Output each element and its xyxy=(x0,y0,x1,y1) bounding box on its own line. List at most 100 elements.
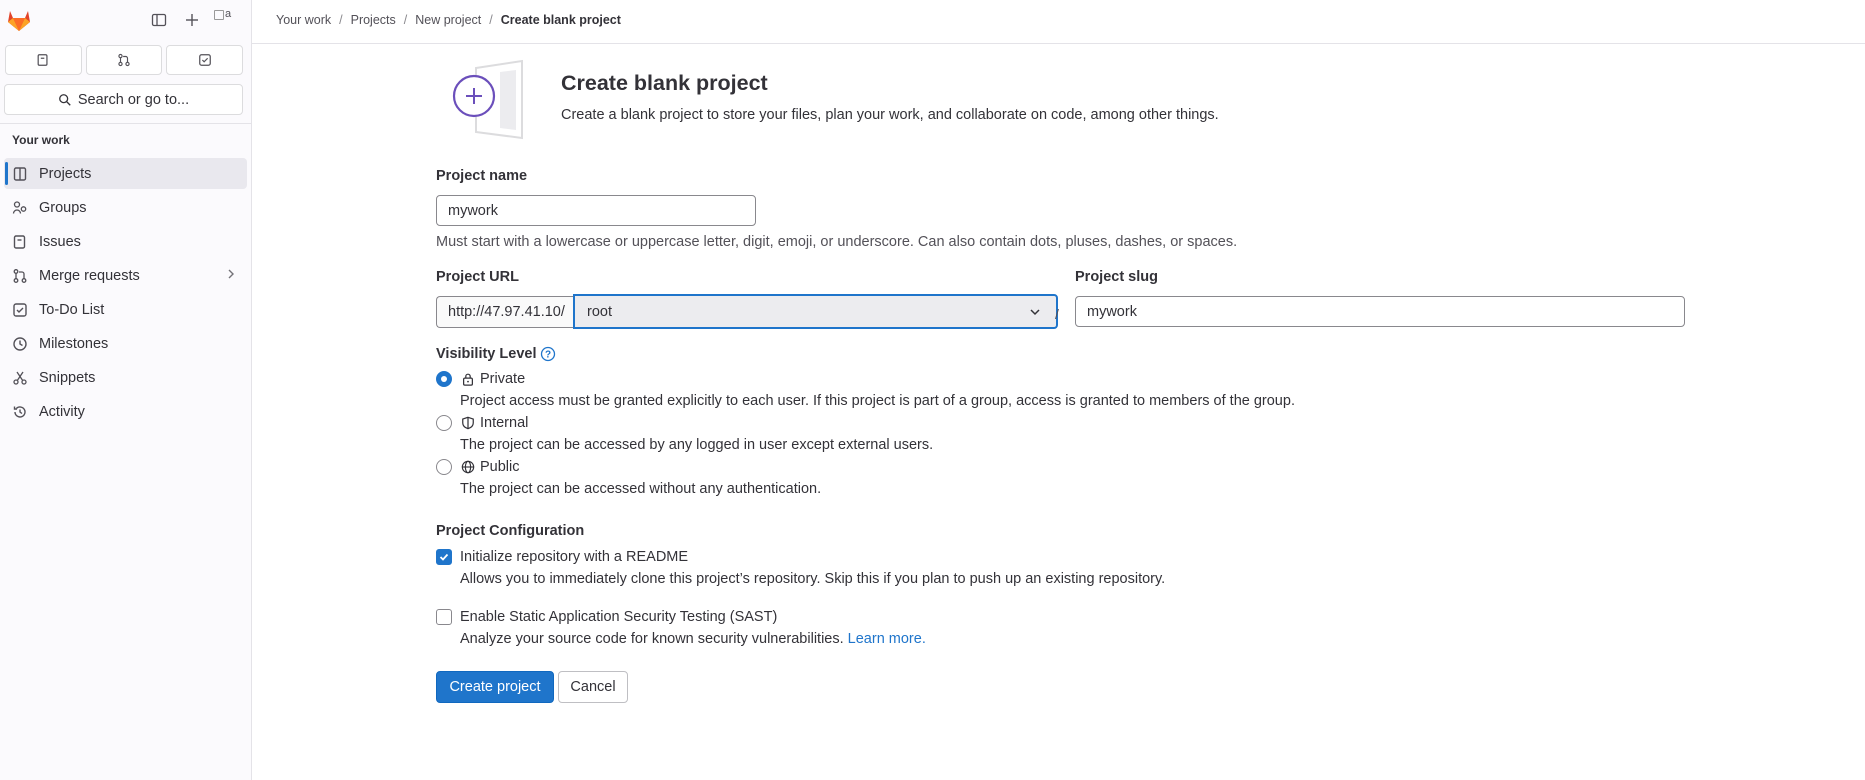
cancel-button[interactable]: Cancel xyxy=(558,671,628,703)
internal-label: Internal xyxy=(480,415,529,431)
breadcrumb-projects[interactable]: Projects xyxy=(351,13,396,27)
sast-label: Enable Static Application Security Testi… xyxy=(460,609,778,625)
project-icon xyxy=(12,166,28,182)
project-name-help: Must start with a lowercase or uppercase… xyxy=(436,234,1238,250)
visibility-internal-option[interactable]: Internal xyxy=(436,415,528,431)
namespace-select[interactable]: root xyxy=(573,294,1058,329)
broken-image-icon xyxy=(214,10,224,20)
sidebar-item-label: Projects xyxy=(39,165,92,182)
sidebar-item-projects[interactable]: Projects xyxy=(4,158,247,189)
breadcrumb-create-blank-project[interactable]: Create blank project xyxy=(501,13,621,27)
check-icon xyxy=(439,553,449,561)
internal-radio[interactable] xyxy=(436,415,452,431)
project-configuration-label: Project Configuration xyxy=(436,523,585,539)
visibility-label: Visibility Level ? xyxy=(436,346,556,362)
project-slug-value: mywork xyxy=(1087,303,1137,320)
breadcrumb-new-project[interactable]: New project xyxy=(415,13,481,27)
sidebar-item-activity[interactable]: Activity xyxy=(4,396,247,427)
create-project-button[interactable]: Create project xyxy=(436,671,554,703)
sidebar-item-label: Merge requests xyxy=(39,267,140,284)
cancel-label: Cancel xyxy=(570,679,616,695)
merge-requests-counter-button[interactable] xyxy=(85,45,163,75)
sast-checkbox[interactable] xyxy=(436,609,452,625)
sidebar-item-issues[interactable]: Issues xyxy=(4,226,247,257)
avatar[interactable]: a xyxy=(214,8,240,32)
sast-description-text: Analyze your source code for known secur… xyxy=(460,631,844,647)
blank-project-illustration xyxy=(450,58,538,146)
project-url-label: Project URL xyxy=(436,269,519,285)
todo-icon xyxy=(198,54,211,66)
sast-option[interactable]: Enable Static Application Security Testi… xyxy=(436,609,777,625)
project-url-prefix: http://47.97.41.10/ xyxy=(436,296,573,328)
sidebar-item-merge-requests[interactable]: Merge requests xyxy=(4,260,247,291)
sidebar-item-milestones[interactable]: Milestones xyxy=(4,328,247,359)
sidebar: a Search or go to... Your work Projects … xyxy=(0,0,252,780)
page-title: Create blank project xyxy=(561,71,768,95)
url-separator: / xyxy=(1055,306,1059,322)
breadcrumb-separator: / xyxy=(489,13,493,27)
search-icon xyxy=(58,93,71,106)
issues-icon xyxy=(12,234,28,250)
public-label: Public xyxy=(480,459,520,475)
todo-icon xyxy=(12,302,28,318)
breadcrumb-your-work[interactable]: Your work xyxy=(276,13,331,27)
sidebar-item-todo-list[interactable]: To-Do List xyxy=(4,294,247,325)
plus-icon[interactable] xyxy=(180,8,204,32)
merge-request-icon xyxy=(12,268,28,284)
project-name-value: mywork xyxy=(448,202,498,219)
sidebar-item-label: Milestones xyxy=(39,335,109,352)
private-label: Private xyxy=(480,371,526,387)
public-description: The project can be accessed without any … xyxy=(460,481,822,497)
chevron-right-icon xyxy=(225,268,237,284)
avatar-alt-text: a xyxy=(225,8,232,20)
internal-description: The project can be accessed by any logge… xyxy=(460,437,934,453)
private-description: Project access must be granted explicitl… xyxy=(460,393,1295,409)
toggle-sidebar-icon[interactable] xyxy=(147,8,171,32)
public-radio[interactable] xyxy=(436,459,452,475)
gitlab-logo-icon[interactable] xyxy=(6,7,34,33)
private-radio[interactable] xyxy=(436,371,452,387)
readme-label: Initialize repository with a README xyxy=(460,549,689,565)
clock-icon xyxy=(12,336,28,352)
namespace-value: root xyxy=(587,303,612,320)
sast-description: Analyze your source code for known secur… xyxy=(460,631,926,647)
issues-icon xyxy=(37,54,48,66)
project-slug-label: Project slug xyxy=(1075,269,1158,285)
todos-counter-button[interactable] xyxy=(166,45,244,75)
readme-description: Allows you to immediately clone this pro… xyxy=(460,571,1166,587)
search-button[interactable]: Search or go to... xyxy=(4,84,243,115)
visibility-label-text: Visibility Level xyxy=(436,346,537,362)
sidebar-item-label: Groups xyxy=(39,199,87,216)
sidebar-nav: Projects Groups Issues Merge requests To… xyxy=(4,158,247,430)
issues-counter-button[interactable] xyxy=(5,45,82,75)
breadcrumb-separator: / xyxy=(403,13,408,27)
sidebar-item-snippets[interactable]: Snippets xyxy=(4,362,247,393)
svg-text:?: ? xyxy=(545,350,551,361)
sidebar-item-label: Issues xyxy=(39,233,81,250)
project-name-label: Project name xyxy=(436,168,528,184)
search-label: Search or go to... xyxy=(77,91,190,108)
readme-checkbox[interactable] xyxy=(436,549,452,565)
sidebar-item-label: Snippets xyxy=(39,369,96,386)
shield-icon xyxy=(460,415,476,431)
question-icon[interactable]: ? xyxy=(540,346,556,362)
project-slug-input[interactable]: mywork xyxy=(1075,296,1685,327)
sidebar-divider xyxy=(0,123,251,124)
history-icon xyxy=(12,404,28,420)
project-name-input[interactable]: mywork xyxy=(436,195,756,226)
breadcrumb-separator: / xyxy=(339,13,343,27)
snippet-icon xyxy=(12,370,28,386)
url-prefix-text: http://47.97.41.10/ xyxy=(448,304,565,320)
sidebar-section-title: Your work xyxy=(12,133,70,147)
sidebar-item-groups[interactable]: Groups xyxy=(4,192,247,223)
globe-icon xyxy=(460,459,476,475)
visibility-public-option[interactable]: Public xyxy=(436,459,520,475)
lock-icon xyxy=(460,371,476,387)
readme-option[interactable]: Initialize repository with a README xyxy=(436,549,688,565)
sidebar-item-label: Activity xyxy=(39,403,85,420)
create-project-label: Create project xyxy=(449,679,541,695)
merge-request-icon xyxy=(118,53,130,67)
learn-more-link[interactable]: Learn more. xyxy=(848,631,926,647)
visibility-private-option[interactable]: Private xyxy=(436,371,525,387)
sidebar-top: a xyxy=(0,0,252,40)
